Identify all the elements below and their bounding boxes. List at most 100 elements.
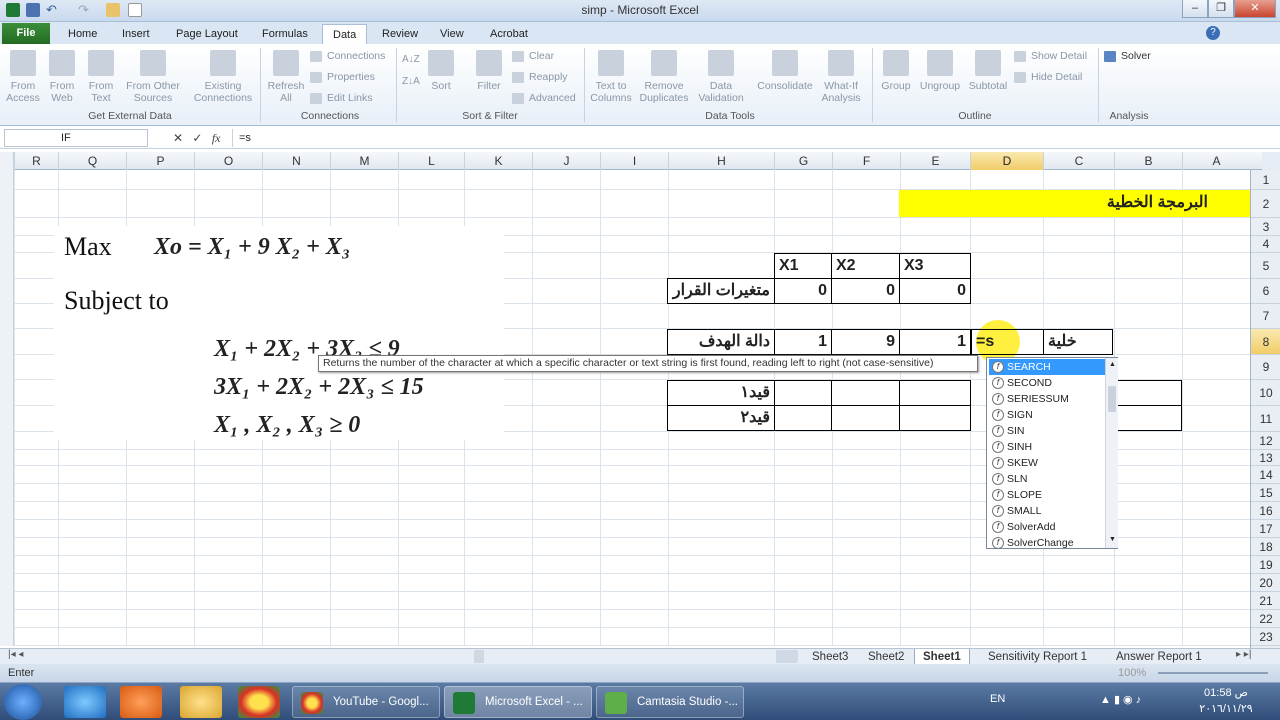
media-player-icon[interactable] [120, 686, 162, 718]
autocomplete-item[interactable]: f SolverAdd [989, 519, 1105, 535]
row-header[interactable]: 8 [1251, 329, 1280, 355]
column-header[interactable]: L [398, 152, 464, 170]
header-x3[interactable]: X3 [899, 253, 971, 279]
file-explorer-icon[interactable] [180, 686, 222, 718]
objective-label[interactable]: دالة الهدف [667, 329, 775, 355]
constraint1-cell-b[interactable] [1116, 380, 1182, 406]
language-indicator[interactable]: EN [990, 693, 1005, 705]
sheet-nav-icon[interactable]: |◂ ◂ [8, 649, 23, 660]
sheet-scroll-icon[interactable]: ▸ ▸| [1236, 649, 1251, 660]
objective-coef-x2[interactable]: 9 [831, 329, 900, 355]
active-cell-editing[interactable]: =s [970, 329, 1044, 355]
row-header[interactable]: 1 [1251, 170, 1280, 190]
row-header[interactable]: 20 [1251, 574, 1280, 592]
constraint2-cell-e[interactable] [899, 405, 971, 431]
tab-data[interactable]: Data [322, 24, 368, 44]
column-header[interactable]: G [774, 152, 832, 170]
equation-image[interactable]: Max Xo = X₁ + 9 X₂ + X₃ Subject to X₁ + … [54, 226, 504, 440]
insert-function-icon[interactable]: fx [212, 131, 221, 145]
tab-review[interactable]: Review [372, 24, 428, 44]
autocomplete-item[interactable]: f SINH [989, 439, 1105, 455]
existing-connections-button[interactable]: Existing Connections [190, 50, 256, 104]
row-header[interactable]: 16 [1251, 502, 1280, 520]
tab-insert[interactable]: Insert [112, 24, 160, 44]
column-header[interactable]: I [600, 152, 668, 170]
refresh-all-button[interactable]: Refresh All [264, 50, 308, 104]
clear-button[interactable]: Clear [512, 48, 554, 64]
autocomplete-item[interactable]: f SIN [989, 423, 1105, 439]
sort-az-icon[interactable]: A↓Z Z↓A [402, 54, 420, 98]
chrome-icon[interactable] [238, 686, 280, 718]
taskbar-item-camtasia[interactable]: Camtasia Studio -... [596, 686, 744, 718]
autocomplete-item[interactable]: f SERIESSUM [989, 391, 1105, 407]
row-header[interactable]: 23 [1251, 628, 1280, 646]
autocomplete-item[interactable]: f SEARCH [989, 359, 1105, 375]
row-header[interactable]: 12 [1251, 432, 1280, 450]
column-header[interactable]: Q [58, 152, 126, 170]
tab-acrobat[interactable]: Acrobat [480, 24, 538, 44]
column-header[interactable]: M [330, 152, 398, 170]
sheet-title[interactable]: البرمجة الخطية [899, 190, 1250, 217]
horizontal-split-scroll[interactable] [0, 152, 14, 646]
properties-button[interactable]: Properties [310, 69, 375, 85]
row-header[interactable]: 3 [1251, 218, 1280, 236]
row-header[interactable]: 19 [1251, 556, 1280, 574]
consolidate-button[interactable]: Consolidate [754, 50, 816, 92]
column-header[interactable]: N [262, 152, 330, 170]
sheet-tab-answer-report[interactable]: Answer Report 1 [1108, 649, 1210, 665]
solution-cell-label[interactable]: خلية الحل [1043, 329, 1113, 374]
constraint2-cell-f[interactable] [831, 405, 900, 431]
header-x2[interactable]: X2 [831, 253, 900, 279]
autocomplete-item[interactable]: f SMALL [989, 503, 1105, 519]
autocomplete-scrollbar[interactable]: ▲ ▼ [1105, 358, 1118, 548]
subtotal-button[interactable]: Subtotal [964, 50, 1012, 92]
autocomplete-item[interactable]: f SLOPE [989, 487, 1105, 503]
autocomplete-item[interactable]: f SolverChange [989, 535, 1105, 551]
sort-button[interactable]: Sort [424, 50, 458, 92]
tab-view[interactable]: View [430, 24, 474, 44]
restore-button[interactable]: ❐ [1208, 0, 1234, 18]
tab-page-layout[interactable]: Page Layout [166, 24, 248, 44]
taskbar-item-excel[interactable]: Microsoft Excel - ... [444, 686, 592, 718]
zoom-slider[interactable] [1158, 672, 1268, 674]
sheet-tab-sheet3[interactable]: Sheet3 [804, 649, 856, 665]
tab-formulas[interactable]: Formulas [252, 24, 318, 44]
column-header[interactable]: A [1182, 152, 1250, 170]
column-header[interactable]: P [126, 152, 194, 170]
column-header[interactable]: B [1114, 152, 1182, 170]
autocomplete-item[interactable]: f SIGN [989, 407, 1105, 423]
internet-explorer-icon[interactable] [64, 686, 106, 718]
row-header[interactable]: 22 [1251, 610, 1280, 628]
remove-duplicates-button[interactable]: Remove Duplicates [636, 50, 692, 104]
row-header[interactable]: 18 [1251, 538, 1280, 556]
tray-icons[interactable]: ▲ ▮ ◉ ♪ [1100, 693, 1141, 706]
row-header[interactable]: 13 [1251, 450, 1280, 466]
constraint2-cell-b[interactable] [1116, 405, 1182, 431]
decision-value-x1[interactable]: 0 [774, 278, 832, 304]
row-header[interactable]: 15 [1251, 484, 1280, 502]
column-header[interactable]: H [668, 152, 774, 170]
row-header[interactable]: 10 [1251, 380, 1280, 406]
column-header[interactable]: D [970, 152, 1043, 170]
from-other-sources-button[interactable]: From Other Sources [122, 50, 184, 104]
name-box[interactable]: IF [4, 129, 148, 147]
row-header[interactable]: 11 [1251, 406, 1280, 432]
column-header[interactable]: C [1043, 152, 1114, 170]
constraint1-cell-e[interactable] [899, 380, 971, 406]
cancel-icon[interactable]: ✕ [173, 131, 183, 145]
row-header[interactable]: 4 [1251, 236, 1280, 253]
clock-time[interactable]: 01:58 ص [1196, 686, 1256, 699]
function-autocomplete-list[interactable]: f SEARCH f SECOND f SERIESSUM f SIGN f SIN f SINH f S… [986, 357, 1118, 549]
ungroup-button[interactable]: Ungroup [916, 50, 964, 92]
scroll-up-arrow[interactable] [1262, 152, 1280, 170]
autocomplete-item[interactable]: f SECOND [989, 375, 1105, 391]
tab-home[interactable]: Home [58, 24, 107, 44]
close-button[interactable]: ✕ [1234, 0, 1276, 18]
sheet-tab-sensitivity-report[interactable]: Sensitivity Report 1 [980, 649, 1095, 665]
row-header[interactable]: 5 [1251, 253, 1280, 279]
column-header[interactable]: J [532, 152, 600, 170]
autocomplete-item[interactable]: f SKEW [989, 455, 1105, 471]
row-header[interactable]: 14 [1251, 466, 1280, 484]
row-header[interactable]: 21 [1251, 592, 1280, 610]
objective-coef-x1[interactable]: 1 [774, 329, 832, 355]
